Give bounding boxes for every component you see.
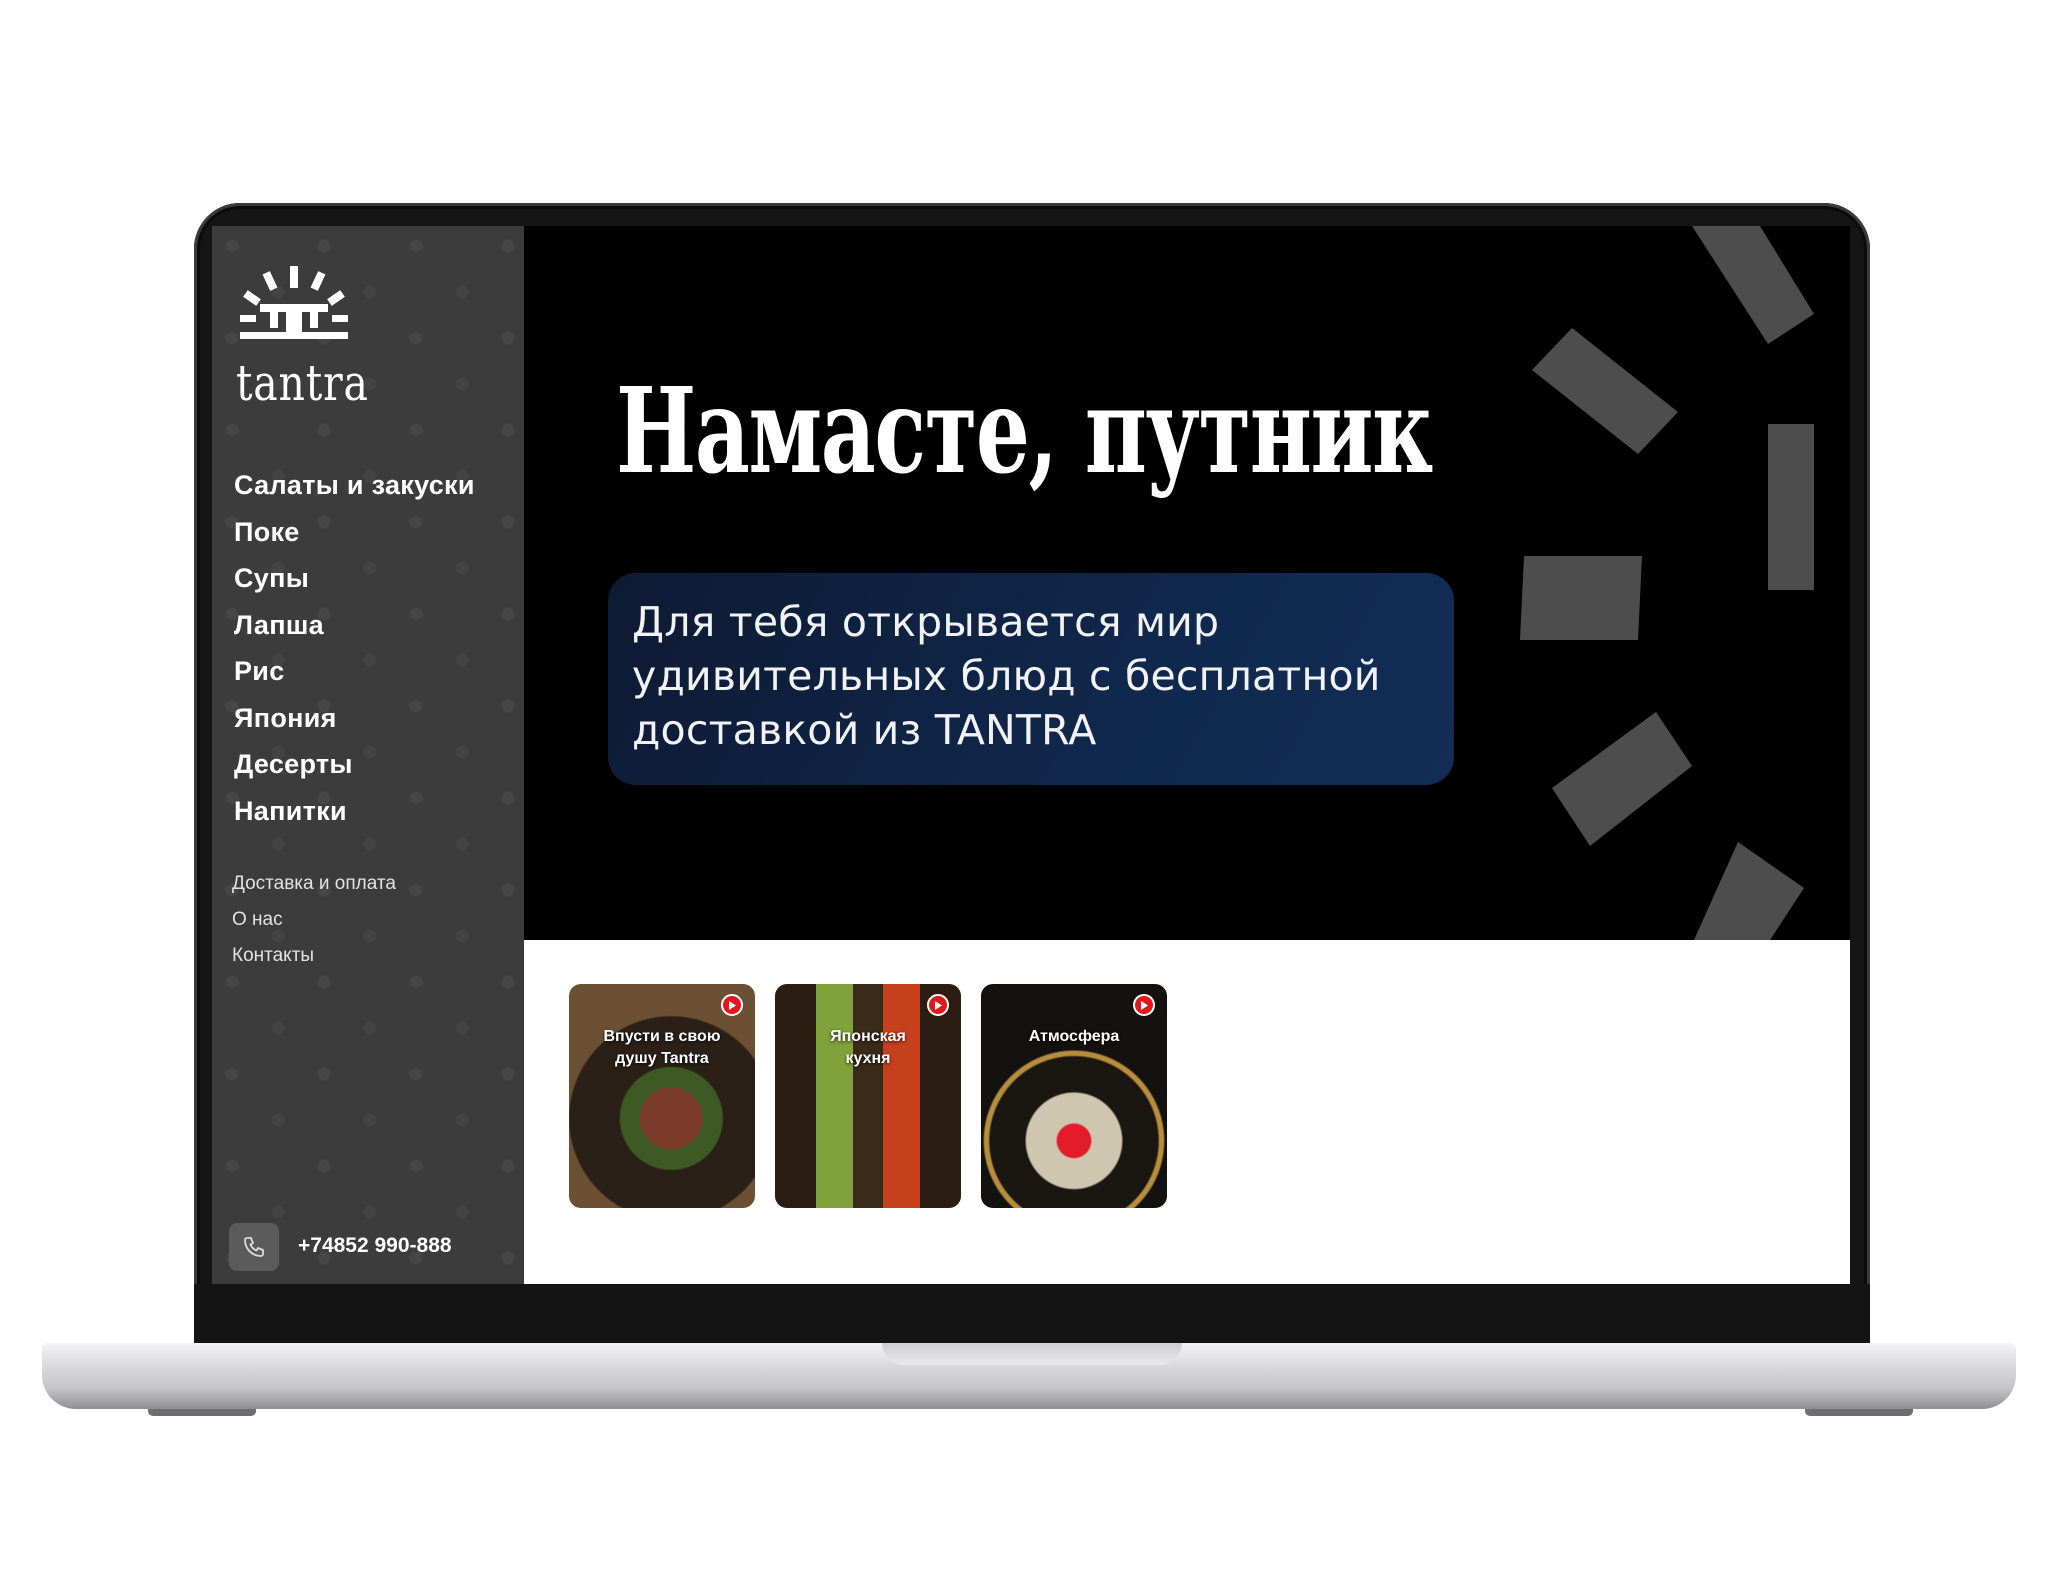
brand-name: tantra [236,354,369,412]
story-image-buddha [981,984,1167,1208]
hero-subtitle-line-3: доставкой из TANTRA [632,706,1097,754]
menu-item-salads[interactable]: Салаты и закуски [234,470,475,517]
screen: tantra Салаты и закуски Поке Супы Лапша … [212,226,1850,1284]
menu-item-japan[interactable]: Япония [234,703,475,750]
laptop-notch [882,1343,1182,1365]
story-label: Японская кухня [783,1026,953,1070]
hero-subtitle-card: Для тебя открывается мир удивительных бл… [608,573,1454,785]
story-label-line: кухня [845,1050,891,1067]
laptop-foot-left [148,1409,256,1416]
play-icon[interactable] [1133,994,1155,1016]
phone-button[interactable] [229,1223,279,1271]
story-image-sushi [775,984,961,1208]
menu-item-rice[interactable]: Рис [234,656,475,703]
info-menu: Доставка и оплата О нас Контакты [232,873,396,981]
story-card[interactable]: Японская кухня [775,984,961,1208]
link-contacts[interactable]: Контакты [232,945,396,981]
menu-item-soups[interactable]: Супы [234,563,475,610]
hero-subtitle-line-2: удивительных блюд с бесплатной [632,652,1381,700]
hero-title: Намасте, путник [616,361,1433,500]
menu-item-drinks[interactable]: Напитки [234,796,475,843]
link-about[interactable]: О нас [232,909,396,945]
laptop-foot-right [1805,1409,1913,1416]
hero-subtitle: Для тебя открывается мир удивительных бл… [632,595,1430,757]
play-icon[interactable] [927,994,949,1016]
content-area: Впусти в свою душу Tantra Японская кухня [524,940,1850,1284]
story-image-food [569,984,755,1208]
story-label: Впусти в свою душу Tantra [577,1026,747,1070]
story-label-line: Впусти в свою [603,1028,721,1045]
laptop-bezel-bottom [194,1284,1870,1344]
category-menu: Салаты и закуски Поке Супы Лапша Рис Япо… [234,470,475,842]
menu-item-noodles[interactable]: Лапша [234,610,475,657]
menu-item-desserts[interactable]: Десерты [234,749,475,796]
play-icon[interactable] [721,994,743,1016]
story-label: Атмосфера [989,1026,1159,1048]
menu-item-poke[interactable]: Поке [234,517,475,564]
story-card[interactable]: Впусти в свою душу Tantra [569,984,755,1208]
hero-banner: Намасте, путник Для тебя открывается мир… [524,226,1850,940]
story-label-line: душу Tantra [615,1050,709,1067]
sidebar: tantra Салаты и закуски Поке Супы Лапша … [212,226,524,1284]
stories-row: Впусти в свою душу Tantra Японская кухня [569,984,1167,1208]
story-label-line: Японская [830,1028,906,1045]
phone-number[interactable]: +74852 990-888 [298,1234,452,1258]
phone-icon [244,1237,264,1257]
link-delivery[interactable]: Доставка и оплата [232,873,396,909]
story-label-line: Атмосфера [1028,1028,1120,1045]
story-card[interactable]: Атмосфера [981,984,1167,1208]
hero-subtitle-line-1: Для тебя открывается мир [632,598,1220,646]
